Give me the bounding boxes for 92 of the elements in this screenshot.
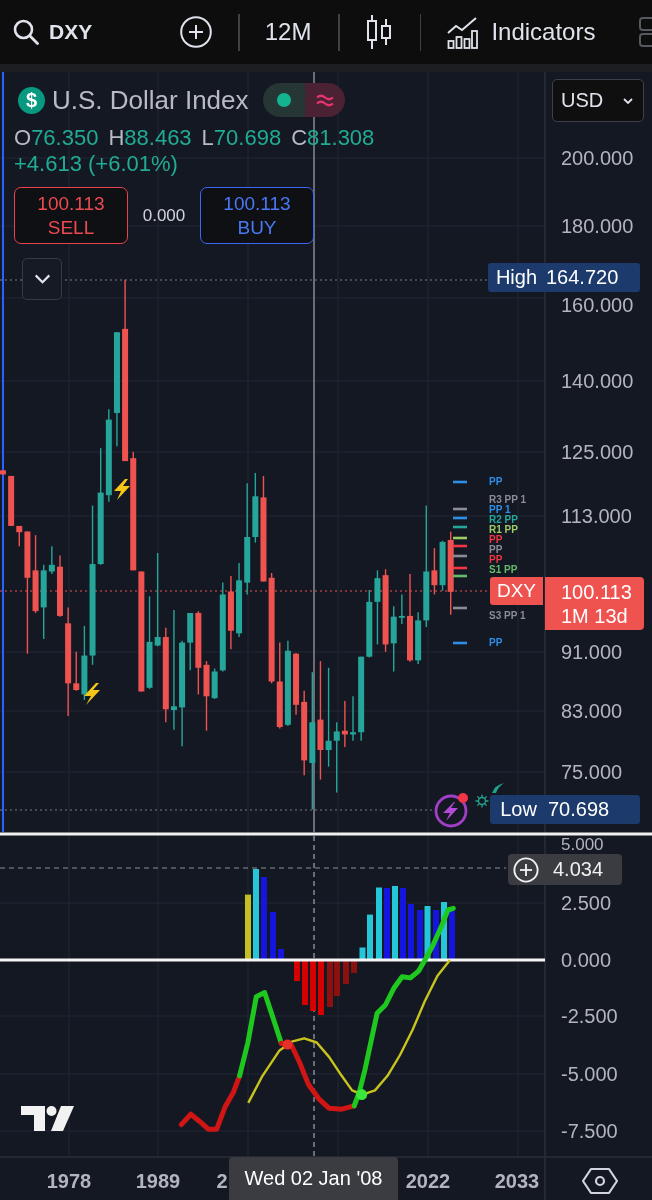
oscillator-axis-label: -2.500 [561,1005,618,1027]
crossover-dot-icon [282,1039,293,1050]
pivot-label: R1 PP [489,525,518,535]
lightning-badge-icon [434,793,468,828]
price-axis-label: 140.000 [561,370,634,392]
crossover-dot-icon [356,1089,368,1101]
price-axis-label: 160.000 [561,294,634,316]
squares-icon[interactable] [638,17,652,47]
pivot-label: PP 1 [489,505,511,515]
leaf-icon [492,783,504,793]
sell-button[interactable]: 100.113 SELL [14,187,128,244]
time-axis-label: 1989 [135,1169,181,1193]
countdown-text: 1M 13d [561,604,629,628]
candle [57,554,63,618]
pivot-label: PP [489,545,503,555]
last-price-value: 100.113 [561,580,633,604]
chevron-down-icon [33,274,51,284]
price-axis-label: 200.000 [561,147,634,169]
oscillator-axis-label: 5.000 [561,836,604,854]
pivot-label: PP [489,477,503,487]
currency-select[interactable]: USD [552,79,644,122]
currency-icon: $ [18,86,45,114]
oscillator-axis-label: -5.000 [561,1063,618,1085]
histogram-bar [302,960,308,1005]
histogram-bar [270,912,276,960]
tag-value: 70.698 [548,798,610,821]
histogram-bar [278,949,284,960]
pivot-label: R3 PP 1 [489,495,527,505]
symbol-price-tag: DXY [490,577,543,605]
pivot-label: PP [489,638,503,648]
interval-button[interactable]: 12M [264,17,312,47]
ohlc-value: O76.350 [14,125,99,151]
search-icon [13,19,39,45]
tag-value: 164.720 [546,266,619,289]
status-toggle[interactable] [262,83,345,117]
price-axis-label: 125.000 [561,441,634,463]
caret-icon [623,97,633,104]
histogram-bar [245,894,251,960]
histogram-bar [433,910,439,960]
oscillator-axis-label: -7.500 [561,1120,618,1142]
status-dot-icon [276,93,291,107]
oscillator-axis-label: 2.500 [561,892,612,914]
pivot-label: PP [489,535,503,545]
logo-icon [21,1106,74,1131]
tag-label: High [494,266,539,289]
plus-circle-icon[interactable] [180,16,213,48]
histogram-bar [400,888,406,960]
lightning-icon [114,479,130,500]
histogram-bar [310,960,316,1011]
pivot-label: S1 PP [489,565,518,575]
pivot-label: R2 PP [489,515,518,525]
pivot-label: S3 PP 1 [489,611,526,621]
histogram-bar [294,960,300,981]
tag-label: Low [499,798,538,821]
lightning-icon [84,683,100,705]
time-axis-label: 1978 [46,1169,92,1193]
candle [350,695,356,742]
wave-icon [315,93,334,107]
ohlc-value: H88.463 [108,125,192,151]
time-axis-label: 2022 [405,1169,451,1193]
histogram-bar [343,960,349,984]
price-axis-label: 113.000 [561,505,632,527]
symbol-title: U.S. Dollar Index [52,84,249,116]
indicators-button[interactable]: Indicators [447,15,596,49]
settings-icon[interactable] [581,1167,619,1195]
time-axis-label: 2 [216,1169,228,1193]
sun-icon [474,793,490,809]
histogram-bar [384,888,390,960]
crosshair-date-tooltip: Wed 02 Jan '08 [229,1157,398,1200]
price-axis-label: 180.000 [561,215,634,237]
crosshair-value: 4.034 [553,858,604,881]
pivot-label: PP [489,555,503,565]
time-axis-label: 2033 [494,1169,540,1193]
bar-chart-icon [447,15,479,49]
buy-button[interactable]: 100.113 BUY [200,187,314,244]
histogram-bar [449,911,455,960]
histogram-bar [408,904,414,960]
histogram-bar [351,960,357,973]
histogram-bar [318,960,324,1015]
price-change: +4.613 (+6.01%) [14,151,179,177]
candle [0,469,6,476]
price-axis-label: 75.000 [561,761,623,783]
histogram-bar [441,902,447,960]
price-axis-label: 91.000 [561,641,623,663]
oscillator-axis-label: 0.000 [561,949,612,971]
ohlc-value: L70.698 [201,125,282,151]
collapse-button[interactable] [22,258,62,300]
symbol-search-button[interactable]: DXY [13,19,93,45]
plus-circle-icon[interactable] [513,856,539,883]
candlestick-icon[interactable] [366,15,391,49]
price-axis-label: 83.000 [561,700,623,722]
spread-value: 0.000 [142,205,186,226]
